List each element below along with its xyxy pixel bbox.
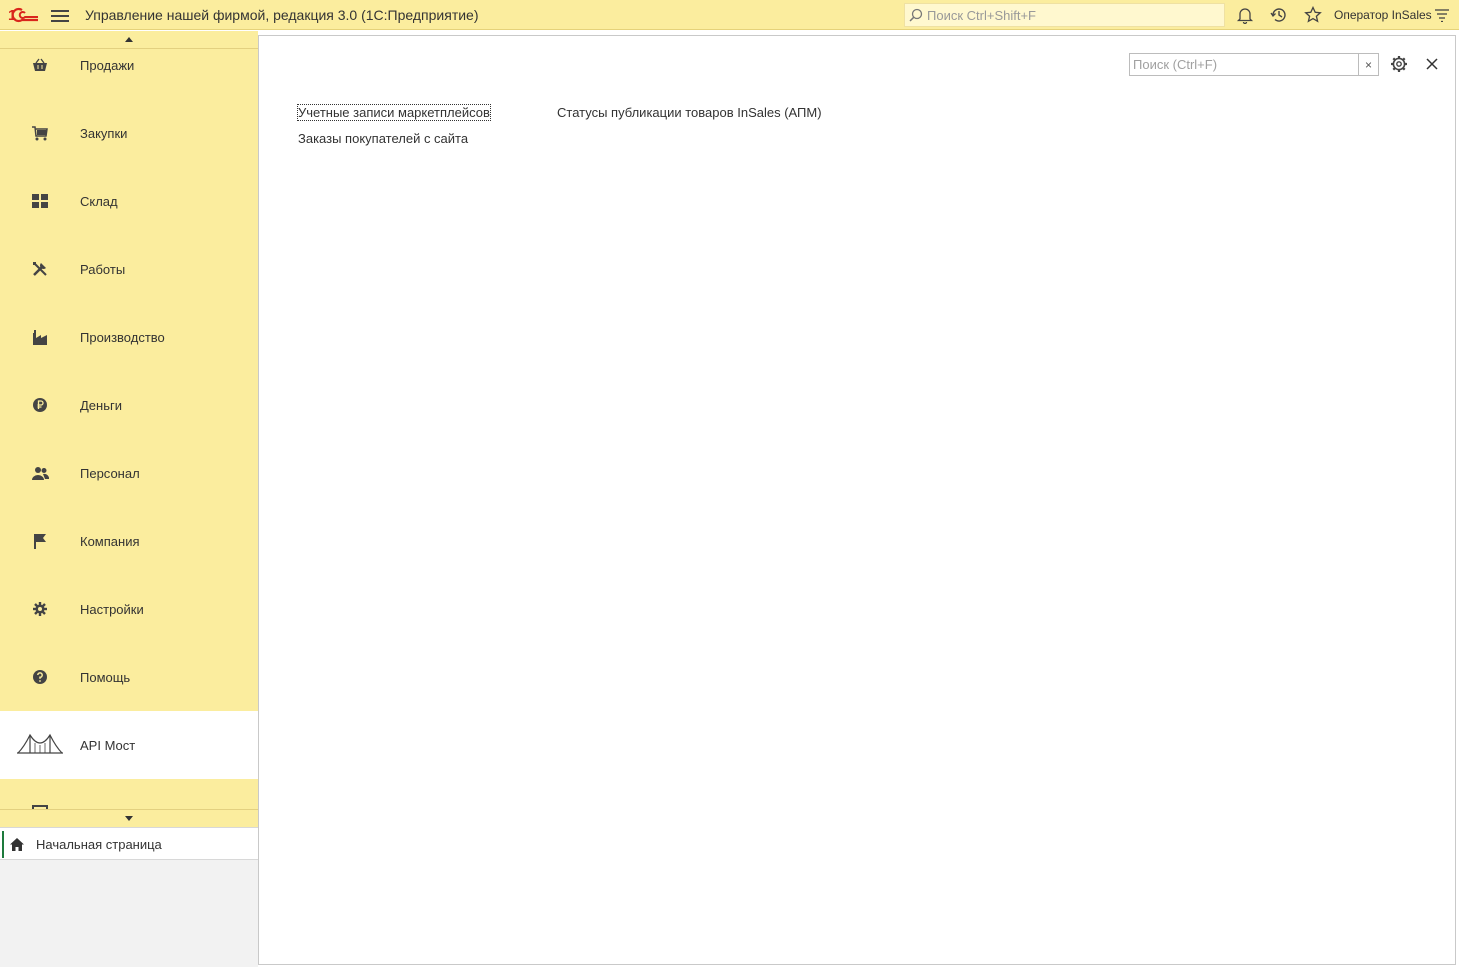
sidebar-item-purchases[interactable]: Закупки [0, 99, 258, 167]
form-search-input[interactable] [1130, 54, 1358, 75]
home-tab-label: Начальная страница [36, 837, 162, 852]
sidebar-item-label: Настройки [80, 601, 144, 617]
global-search[interactable] [904, 3, 1225, 27]
main-content: × Учетные записи маркетплейсов Заказы по… [258, 35, 1456, 965]
history-icon[interactable] [1270, 6, 1288, 24]
app-title: Управление нашей фирмой, редакция 3.0 (1… [85, 7, 479, 23]
bridge-icon [16, 733, 64, 757]
link-website-customer-orders[interactable]: Заказы покупателей с сайта [298, 131, 468, 146]
sidebar-item-settings[interactable]: Настройки [0, 575, 258, 643]
sidebar-item-works[interactable]: Работы [0, 235, 258, 303]
sidebar-item-label: Продажи [80, 57, 135, 73]
home-icon [10, 838, 24, 851]
gear-icon[interactable] [1390, 55, 1408, 73]
sidebar-item-label: Деньги [80, 397, 122, 413]
sidebar-item-api-bridge[interactable]: API Мост [0, 711, 258, 779]
link-marketplace-accounts[interactable]: Учетные записи маркетплейсов [297, 104, 491, 121]
search-icon [909, 8, 923, 22]
sections-scroll-up[interactable] [0, 31, 258, 49]
arrow-up-icon [125, 37, 133, 42]
sidebar-item-label: Работы [80, 261, 126, 277]
link-insales-publication-statuses[interactable]: Статусы публикации товаров InSales (АПМ) [557, 105, 822, 120]
sidebar-item-help[interactable]: Помощь [0, 643, 258, 711]
sections-scroll-down[interactable] [0, 809, 258, 827]
sidebar-item-label: Компания [80, 533, 140, 549]
home-page-tab[interactable]: Начальная страница [0, 827, 258, 860]
gear-icon [31, 600, 49, 618]
global-search-input[interactable] [927, 7, 1217, 23]
sidebar-item-label: Производство [80, 329, 165, 345]
sidebar-item-label: Персонал [80, 465, 140, 481]
warehouse-icon [31, 192, 49, 210]
title-bar: 1 Управление нашей фирмой, редакция 3.0 … [0, 0, 1459, 30]
sidebar-item-label: Склад [80, 193, 118, 209]
tools-icon [31, 260, 49, 278]
close-icon[interactable] [1425, 57, 1439, 71]
main-menu-button[interactable] [51, 7, 69, 23]
clear-search-button[interactable]: × [1358, 54, 1378, 75]
star-icon[interactable] [1304, 6, 1322, 24]
sidebar: Продажи Закупки Склад Работы Производств… [0, 31, 258, 967]
help-icon [31, 668, 49, 686]
sidebar-item-warehouse[interactable]: Склад [0, 167, 258, 235]
sidebar-item-label: Закупки [80, 125, 128, 141]
ruble-icon [31, 396, 49, 414]
1c-logo-icon[interactable]: 1 [8, 6, 40, 24]
sidebar-item-money[interactable]: Деньги [0, 371, 258, 439]
sections-panel: Продажи Закупки Склад Работы Производств… [0, 31, 258, 827]
settings-menu-icon[interactable] [1435, 8, 1449, 22]
user-name[interactable]: Оператор InSales [1334, 8, 1432, 22]
people-icon [31, 464, 49, 482]
flag-icon [31, 532, 49, 550]
basket-icon [31, 56, 49, 74]
sidebar-item-production[interactable]: Производство [0, 303, 258, 371]
sidebar-item-personnel[interactable]: Персонал [0, 439, 258, 507]
form-search[interactable]: × [1129, 53, 1379, 76]
sidebar-item-label: Помощь [80, 669, 131, 685]
factory-icon [31, 328, 49, 346]
cart-icon [31, 124, 49, 142]
arrow-down-icon [125, 816, 133, 821]
active-tab-marker [2, 831, 4, 858]
bell-icon[interactable] [1236, 6, 1254, 24]
sidebar-item-label: API Мост [80, 737, 136, 753]
sidebar-item-company[interactable]: Компания [0, 507, 258, 575]
